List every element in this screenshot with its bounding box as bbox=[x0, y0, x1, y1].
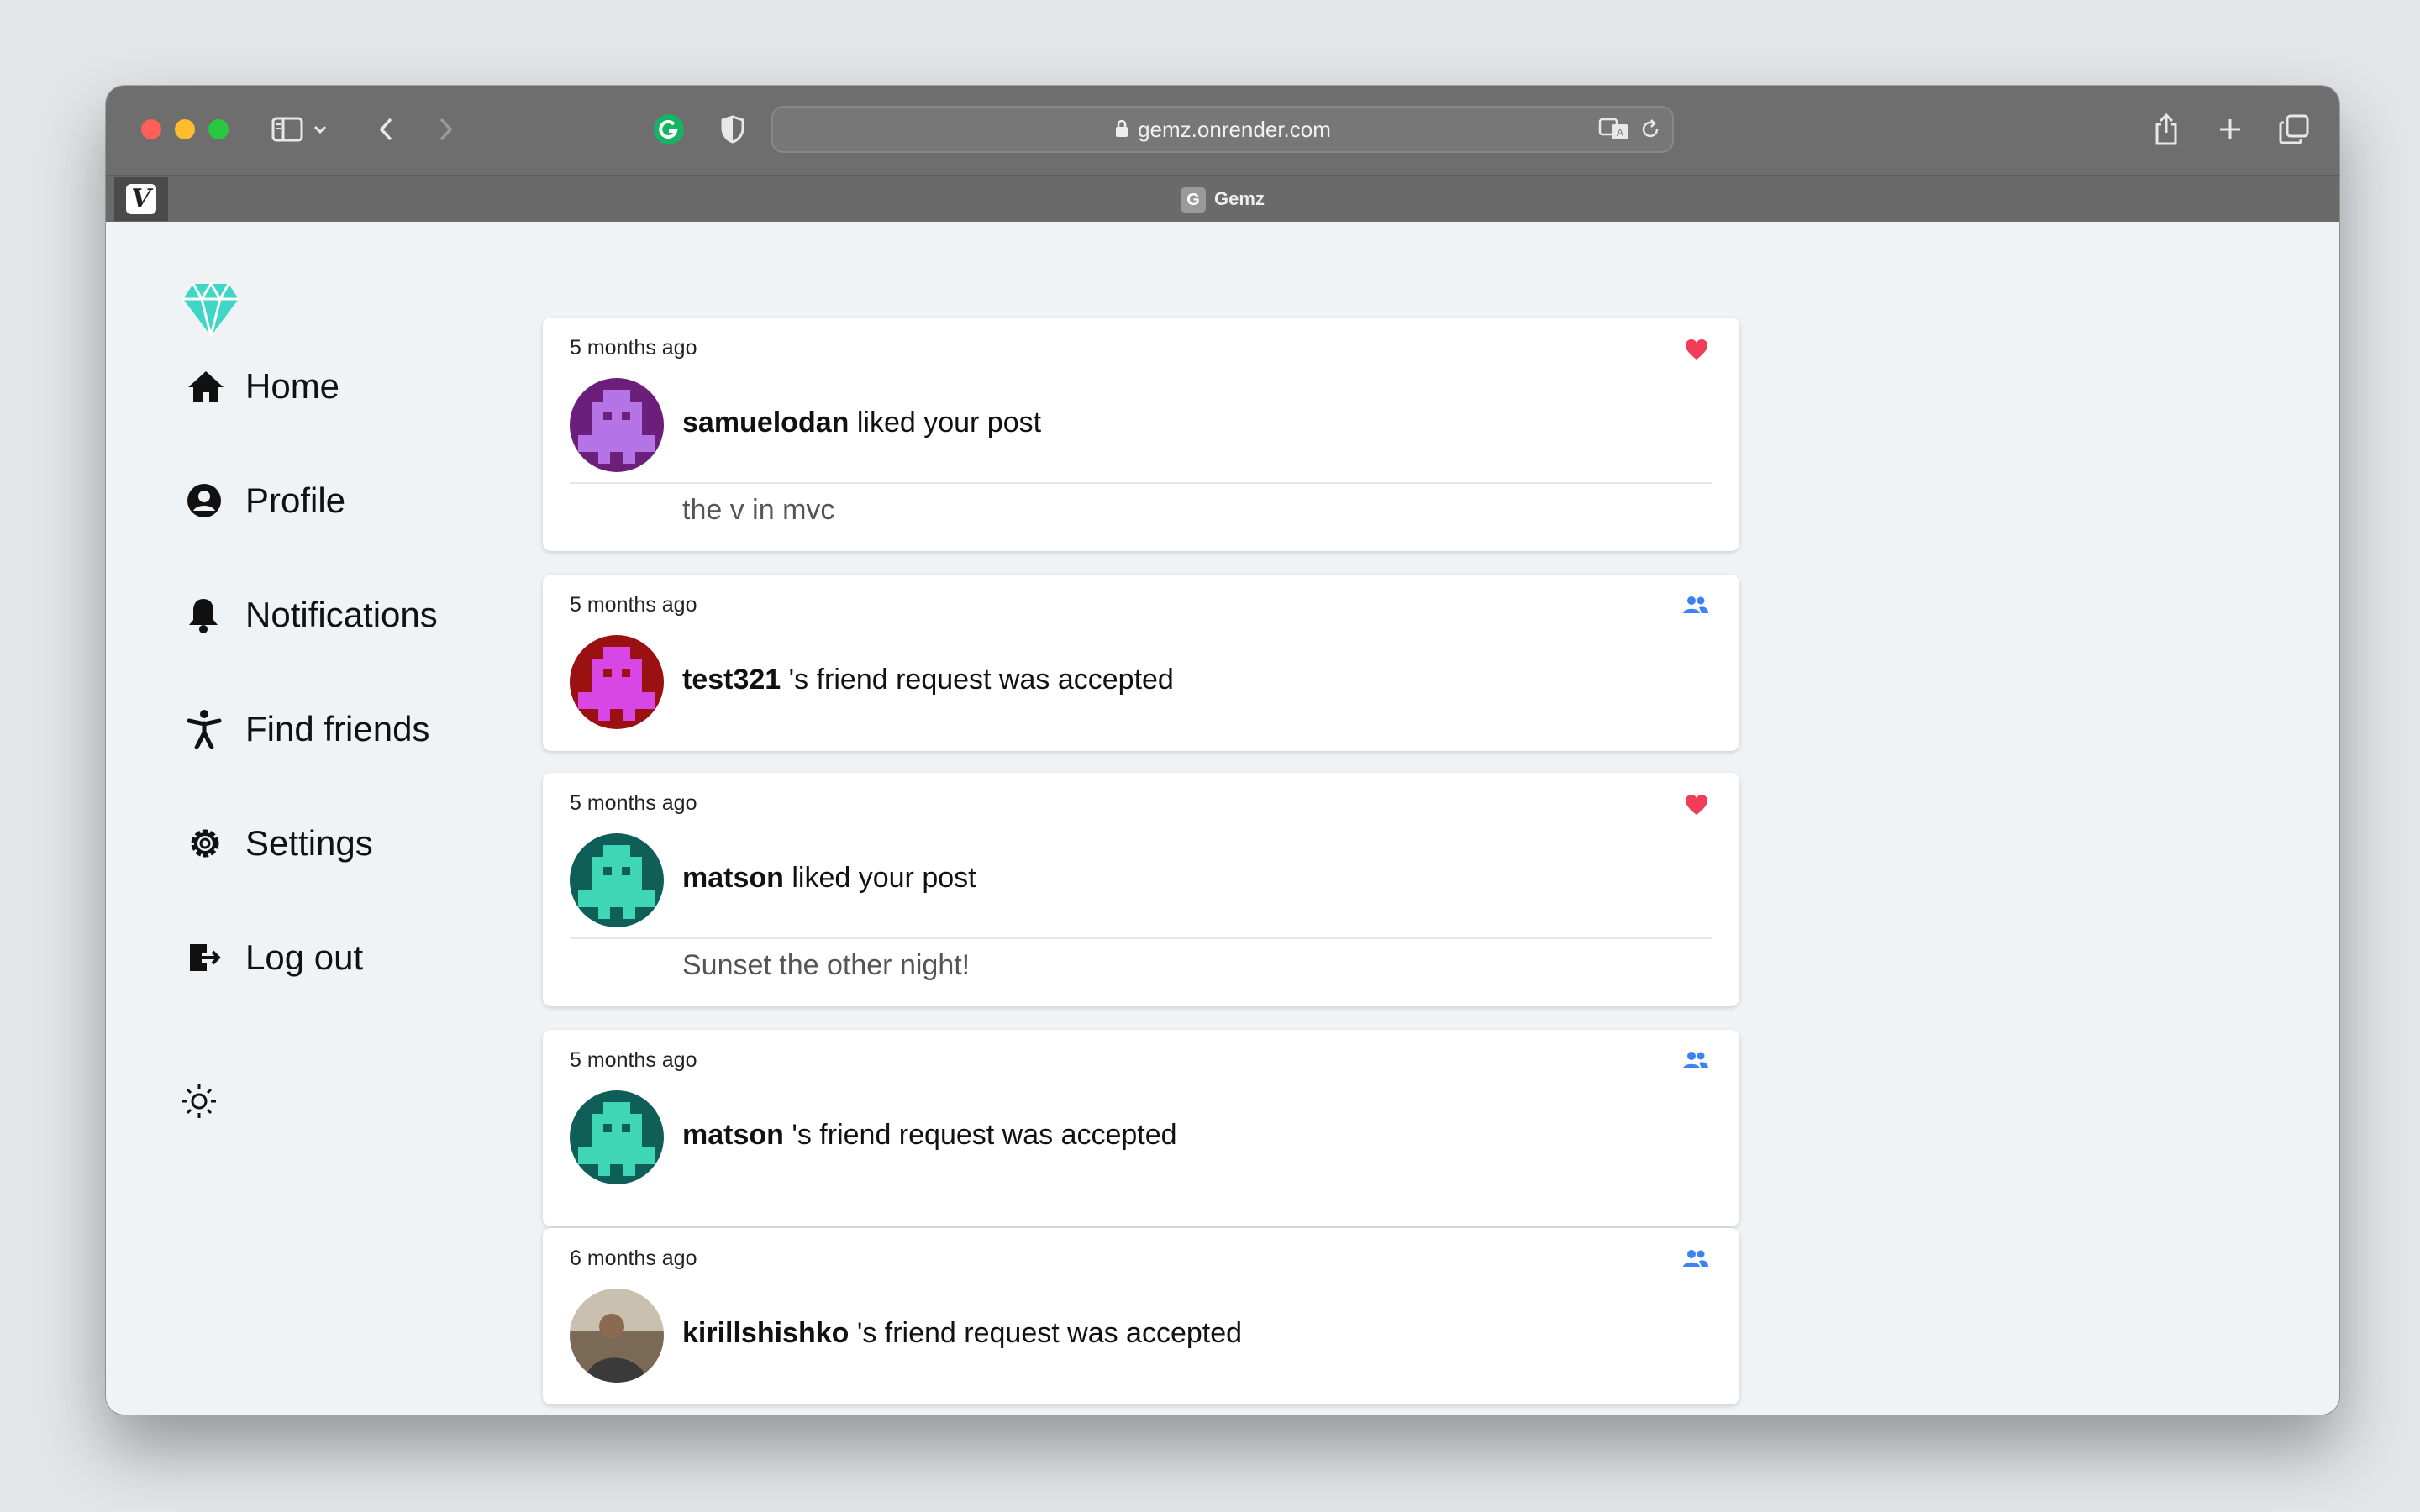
sun-icon[interactable] bbox=[180, 1082, 218, 1125]
notification-text: 's friend request was accepted bbox=[781, 664, 1174, 696]
post-preview[interactable]: the v in mvc bbox=[682, 494, 834, 527]
sidebar-item-home[interactable]: Home bbox=[187, 361, 339, 412]
friends-icon bbox=[1682, 595, 1709, 619]
notification-text: 's friend request was accepted bbox=[849, 1317, 1243, 1349]
avatar[interactable] bbox=[570, 1090, 664, 1184]
notification-username[interactable]: samuelodan bbox=[682, 407, 849, 438]
notification-time: 5 months ago bbox=[570, 791, 697, 815]
notification-time: 5 months ago bbox=[570, 593, 697, 617]
sidebar-item-label: Profile bbox=[245, 480, 346, 520]
url-text: gemz.onrender.com bbox=[1138, 117, 1331, 142]
notification-card[interactable]: 5 months ago matson 's friend request was… bbox=[543, 1030, 1739, 1226]
svg-text:A: A bbox=[1617, 127, 1624, 139]
close-window-button[interactable] bbox=[141, 119, 161, 139]
notification-username[interactable]: matson bbox=[682, 862, 784, 894]
notification-text: liked your post bbox=[849, 407, 1042, 438]
notification-card[interactable]: 5 months ago test321 's friend request wa… bbox=[543, 575, 1739, 751]
divider bbox=[570, 482, 1712, 484]
browser-toolbar: gemz.onrender.com A bbox=[106, 86, 2339, 175]
new-tab-icon[interactable] bbox=[2213, 111, 2247, 148]
avatar[interactable] bbox=[570, 833, 664, 927]
notification-message: kirillshishko 's friend request was acce… bbox=[682, 1317, 1242, 1350]
shield-icon[interactable] bbox=[716, 111, 750, 148]
lock-icon bbox=[1114, 109, 1129, 153]
avatar[interactable] bbox=[570, 635, 664, 729]
notification-message: test321 's friend request was accepted bbox=[682, 664, 1174, 696]
sidebar-item-settings[interactable]: Settings bbox=[187, 818, 373, 869]
sidebar-toggle-icon[interactable] bbox=[269, 111, 306, 148]
notification-time: 5 months ago bbox=[570, 336, 697, 360]
sidebar-item-label: Home bbox=[245, 366, 340, 406]
bell-icon bbox=[187, 596, 230, 633]
diamond-icon[interactable] bbox=[182, 281, 240, 342]
tab-bar: V G Gemz bbox=[106, 175, 2339, 223]
notification-username[interactable]: test321 bbox=[682, 664, 781, 696]
back-icon[interactable] bbox=[373, 111, 398, 148]
zoom-window-button[interactable] bbox=[208, 119, 229, 139]
minimize-window-button[interactable] bbox=[175, 119, 195, 139]
notification-time: 6 months ago bbox=[570, 1247, 697, 1270]
logout-icon bbox=[187, 941, 230, 974]
notification-card[interactable]: 5 months ago matson liked your post Sunset… bbox=[543, 773, 1739, 1006]
active-tab[interactable]: G Gemz bbox=[106, 176, 2339, 223]
user-circle-icon bbox=[187, 483, 230, 518]
notification-card[interactable]: 5 months ago samuelodan liked your post th… bbox=[543, 318, 1739, 551]
heart-icon bbox=[1684, 338, 1709, 365]
grammarly-extension-icon[interactable] bbox=[652, 111, 686, 148]
sidebar-item-label: Find friends bbox=[245, 709, 430, 748]
notification-username[interactable]: matson bbox=[682, 1119, 784, 1151]
notification-message: samuelodan liked your post bbox=[682, 407, 1041, 439]
sidebar-item-profile[interactable]: Profile bbox=[187, 475, 345, 526]
post-preview[interactable]: Sunset the other night! bbox=[682, 949, 970, 982]
forward-icon[interactable] bbox=[434, 111, 459, 148]
notification-time: 5 months ago bbox=[570, 1048, 697, 1072]
tab-overview-icon[interactable] bbox=[2275, 111, 2312, 148]
page-content: Home Profile Notifications Find friends … bbox=[106, 222, 2339, 1415]
chevron-down-icon[interactable] bbox=[311, 111, 329, 148]
avatar[interactable] bbox=[570, 1289, 664, 1383]
friends-icon bbox=[1682, 1050, 1709, 1074]
address-bar[interactable]: gemz.onrender.com A bbox=[771, 106, 1674, 153]
sidebar-item-notifications[interactable]: Notifications bbox=[187, 590, 438, 640]
person-icon bbox=[187, 709, 230, 749]
friends-icon bbox=[1682, 1248, 1709, 1273]
sidebar-item-label: Log out bbox=[245, 937, 364, 977]
notification-message: matson liked your post bbox=[682, 862, 976, 895]
translate-icon[interactable]: A bbox=[1598, 116, 1632, 147]
notification-username[interactable]: kirillshishko bbox=[682, 1317, 849, 1349]
heart-icon bbox=[1684, 793, 1709, 821]
notification-text: 's friend request was accepted bbox=[783, 1119, 1177, 1151]
sidebar-item-label: Notifications bbox=[245, 595, 438, 634]
tab-title: Gemz bbox=[1214, 188, 1265, 209]
divider bbox=[570, 937, 1712, 939]
sidebar-item-label: Settings bbox=[245, 823, 373, 863]
browser-window: gemz.onrender.com A V G Gemz Home Profil… bbox=[106, 86, 2339, 1415]
share-icon[interactable] bbox=[2149, 111, 2183, 148]
notification-card[interactable]: 6 months ago kirillshishko 's friend requ… bbox=[543, 1228, 1739, 1404]
gear-icon bbox=[187, 825, 230, 862]
notification-text: liked your post bbox=[783, 862, 976, 894]
avatar[interactable] bbox=[570, 378, 664, 472]
tab-favicon: G bbox=[1181, 187, 1207, 213]
sidebar-item-logout[interactable]: Log out bbox=[187, 932, 363, 983]
reload-icon[interactable] bbox=[1639, 118, 1662, 145]
notification-message: matson 's friend request was accepted bbox=[682, 1119, 1177, 1152]
sidebar-item-find-friends[interactable]: Find friends bbox=[187, 704, 429, 754]
home-icon bbox=[187, 369, 230, 404]
